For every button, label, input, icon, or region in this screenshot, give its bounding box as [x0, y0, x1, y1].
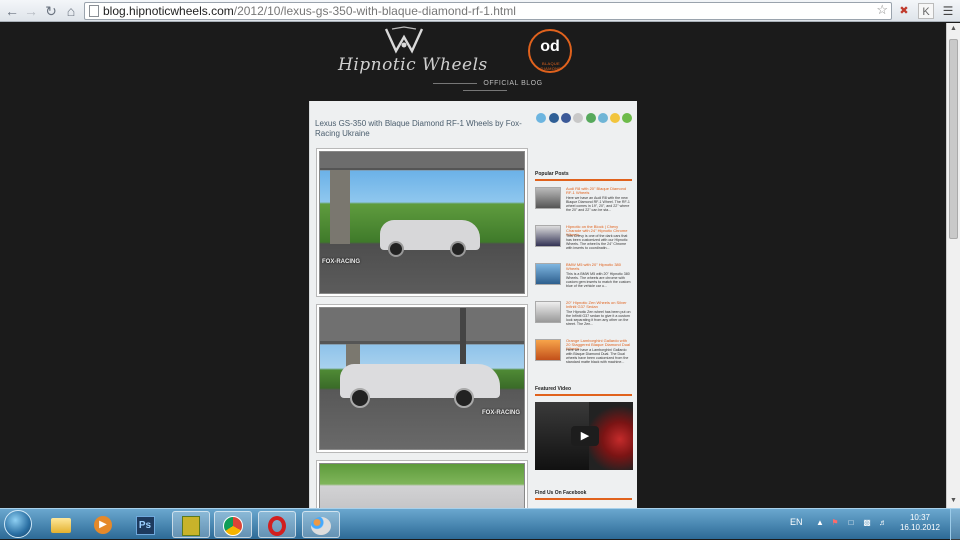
popular-post-excerpt: This is a BMW M5 with 20" Hipnotic 380 W… [566, 272, 631, 288]
blog-header: Hipnotic Wheels od BLAQUE DIAMOND OFFICI… [330, 23, 630, 103]
windows-taskbar: ▶ Ps EN ▲ ⚑ □ ▩ ♬ 10:37 16.10.2012 [0, 508, 960, 540]
url-path: /2012/10/lexus-gs-350-with-blaque-diamon… [233, 4, 516, 18]
photo-watermark: FOX-RACING [322, 259, 360, 265]
scrollbar-thumb[interactable] [949, 39, 958, 239]
forward-arrow-icon[interactable]: → [22, 2, 40, 20]
paint-taskbar-icon[interactable] [302, 511, 340, 538]
post-photo-1[interactable]: FOX-RACING [316, 148, 528, 297]
bookmark-star-icon[interactable]: ☆ [876, 2, 888, 18]
popular-post-excerpt: Here we have a Lamborghini Gallardo with… [566, 348, 629, 364]
hipnotic-wheels-logo-icon[interactable] [380, 25, 428, 57]
popular-post-item[interactable]: BMW M5 with 20" Hipnotic 380 Wheels This… [535, 263, 635, 300]
blog-tagline: OFFICIAL BLOG [400, 80, 570, 94]
media-player-taskbar-icon[interactable]: ▶ [84, 511, 122, 538]
popular-post-excerpt: The Hipnotic Zen wheel has been put on t… [566, 310, 631, 326]
address-bar[interactable]: blog.hipnoticwheels.com/2012/10/lexus-gs… [84, 2, 892, 20]
clock-time: 10:37 [909, 513, 931, 522]
page-viewport: Hipnotic Wheels od BLAQUE DIAMOND OFFICI… [0, 23, 946, 508]
car-photo-image: FOX-RACING [319, 307, 525, 450]
digg-share-icon[interactable] [598, 113, 608, 123]
twitter-share-icon[interactable] [536, 113, 546, 123]
car-photo-image: FOX-RACING [319, 151, 525, 294]
clock-date: 16.10.2012 [899, 523, 941, 532]
extension-icon[interactable]: ✖ [896, 3, 912, 19]
popular-post-thumbnail[interactable] [535, 263, 561, 285]
chrome-taskbar-icon[interactable] [214, 511, 252, 538]
more-share-icon[interactable] [622, 113, 632, 123]
taskbar-clock[interactable]: 10:37 16.10.2012 [898, 513, 942, 533]
popular-posts-title: Popular Posts [535, 171, 632, 181]
photoshop-taskbar-icon[interactable]: Ps [126, 511, 164, 538]
url-host: blog.hipnoticwheels.com [103, 4, 234, 18]
featured-video-title: Featured Video [535, 386, 632, 396]
popular-post-thumbnail[interactable] [535, 225, 561, 247]
app-taskbar-icon[interactable] [172, 511, 210, 538]
popular-post-excerpt: This Chevy is one of the dark cars that … [566, 234, 628, 250]
page-icon [89, 5, 99, 17]
show-desktop-button[interactable] [950, 509, 960, 540]
url-text[interactable]: blog.hipnoticwheels.com/2012/10/lexus-gs… [103, 4, 516, 18]
start-button[interactable] [4, 510, 32, 538]
vertical-scrollbar[interactable]: ▲ ▼ [946, 23, 960, 508]
photo-watermark: FOX-RACING [482, 410, 520, 416]
sidebar: Popular Posts Audi R8 with 20" Blaque Di… [535, 171, 635, 506]
od-logo-subtext: BLAQUE DIAMOND [540, 61, 562, 71]
car-photo-image [319, 463, 525, 508]
back-arrow-icon[interactable]: ← [3, 2, 21, 20]
popular-post-excerpt: Here we have an Audi R8 with the new Bla… [566, 196, 630, 212]
browser-toolbar: ← → ↻ ⌂ blog.hipnoticwheels.com/2012/10/… [0, 0, 960, 22]
home-icon[interactable]: ⌂ [62, 2, 80, 20]
language-indicator[interactable]: EN [790, 517, 803, 527]
delicious-share-icon[interactable] [549, 113, 559, 123]
tray-expand-icon[interactable]: ▲ [815, 518, 825, 528]
facebook-widget-title: Find Us On Facebook [535, 490, 632, 500]
blaque-diamond-logo[interactable]: od BLAQUE DIAMOND [528, 29, 572, 73]
od-logo-text: od [540, 38, 560, 55]
logo-text[interactable]: Hipnotic Wheels [338, 55, 488, 75]
popular-post-thumbnail[interactable] [535, 301, 561, 323]
tray-app-icon[interactable]: □ [846, 518, 856, 528]
play-icon[interactable]: ▶ [571, 426, 599, 446]
post-photo-2[interactable]: FOX-RACING [316, 304, 528, 453]
featured-video-player[interactable]: ▶ [535, 402, 633, 470]
explorer-taskbar-icon[interactable] [42, 511, 80, 538]
reload-icon[interactable]: ↻ [42, 2, 60, 20]
post-title[interactable]: Lexus GS-350 with Blaque Diamond RF-1 Wh… [315, 119, 525, 139]
opera-taskbar-icon[interactable] [258, 511, 296, 538]
popular-post-thumbnail[interactable] [535, 187, 561, 209]
popular-post-item[interactable]: Hipnotic on the Block | Chevy Charade wi… [535, 225, 635, 262]
popular-post-title[interactable]: 20" Hipnotic Zen Wheels on Silver Infini… [566, 301, 632, 309]
popular-post-item[interactable]: Orange Lamborghini Gallardo with 20 Stag… [535, 339, 635, 376]
action-center-icon[interactable]: ⚑ [830, 518, 840, 528]
popular-post-item[interactable]: 20" Hipnotic Zen Wheels on Silver Infini… [535, 301, 635, 338]
scroll-down-icon[interactable]: ▼ [950, 497, 957, 504]
post-photo-3[interactable] [316, 460, 528, 508]
chrome-menu-icon[interactable]: ☰ [940, 3, 956, 19]
volume-icon[interactable]: ♬ [878, 518, 888, 528]
popular-post-title[interactable]: Audi R8 with 20" Blaque Diamond RF-1 Whe… [566, 187, 632, 195]
content-panel: Lexus GS-350 with Blaque Diamond RF-1 Wh… [309, 101, 637, 508]
popular-post-item[interactable]: Audi R8 with 20" Blaque Diamond RF-1 Whe… [535, 187, 635, 224]
network-icon[interactable]: ▩ [862, 518, 872, 528]
facebook-share-icon[interactable] [561, 113, 571, 123]
popular-post-title[interactable]: BMW M5 with 20" Hipnotic 380 Wheels [566, 263, 632, 271]
email-share-icon[interactable] [573, 113, 583, 123]
favorite-share-icon[interactable] [610, 113, 620, 123]
extension-k-icon[interactable]: K [918, 3, 934, 19]
scroll-up-icon[interactable]: ▲ [950, 25, 957, 32]
stumbleupon-share-icon[interactable] [586, 113, 596, 123]
popular-post-thumbnail[interactable] [535, 339, 561, 361]
